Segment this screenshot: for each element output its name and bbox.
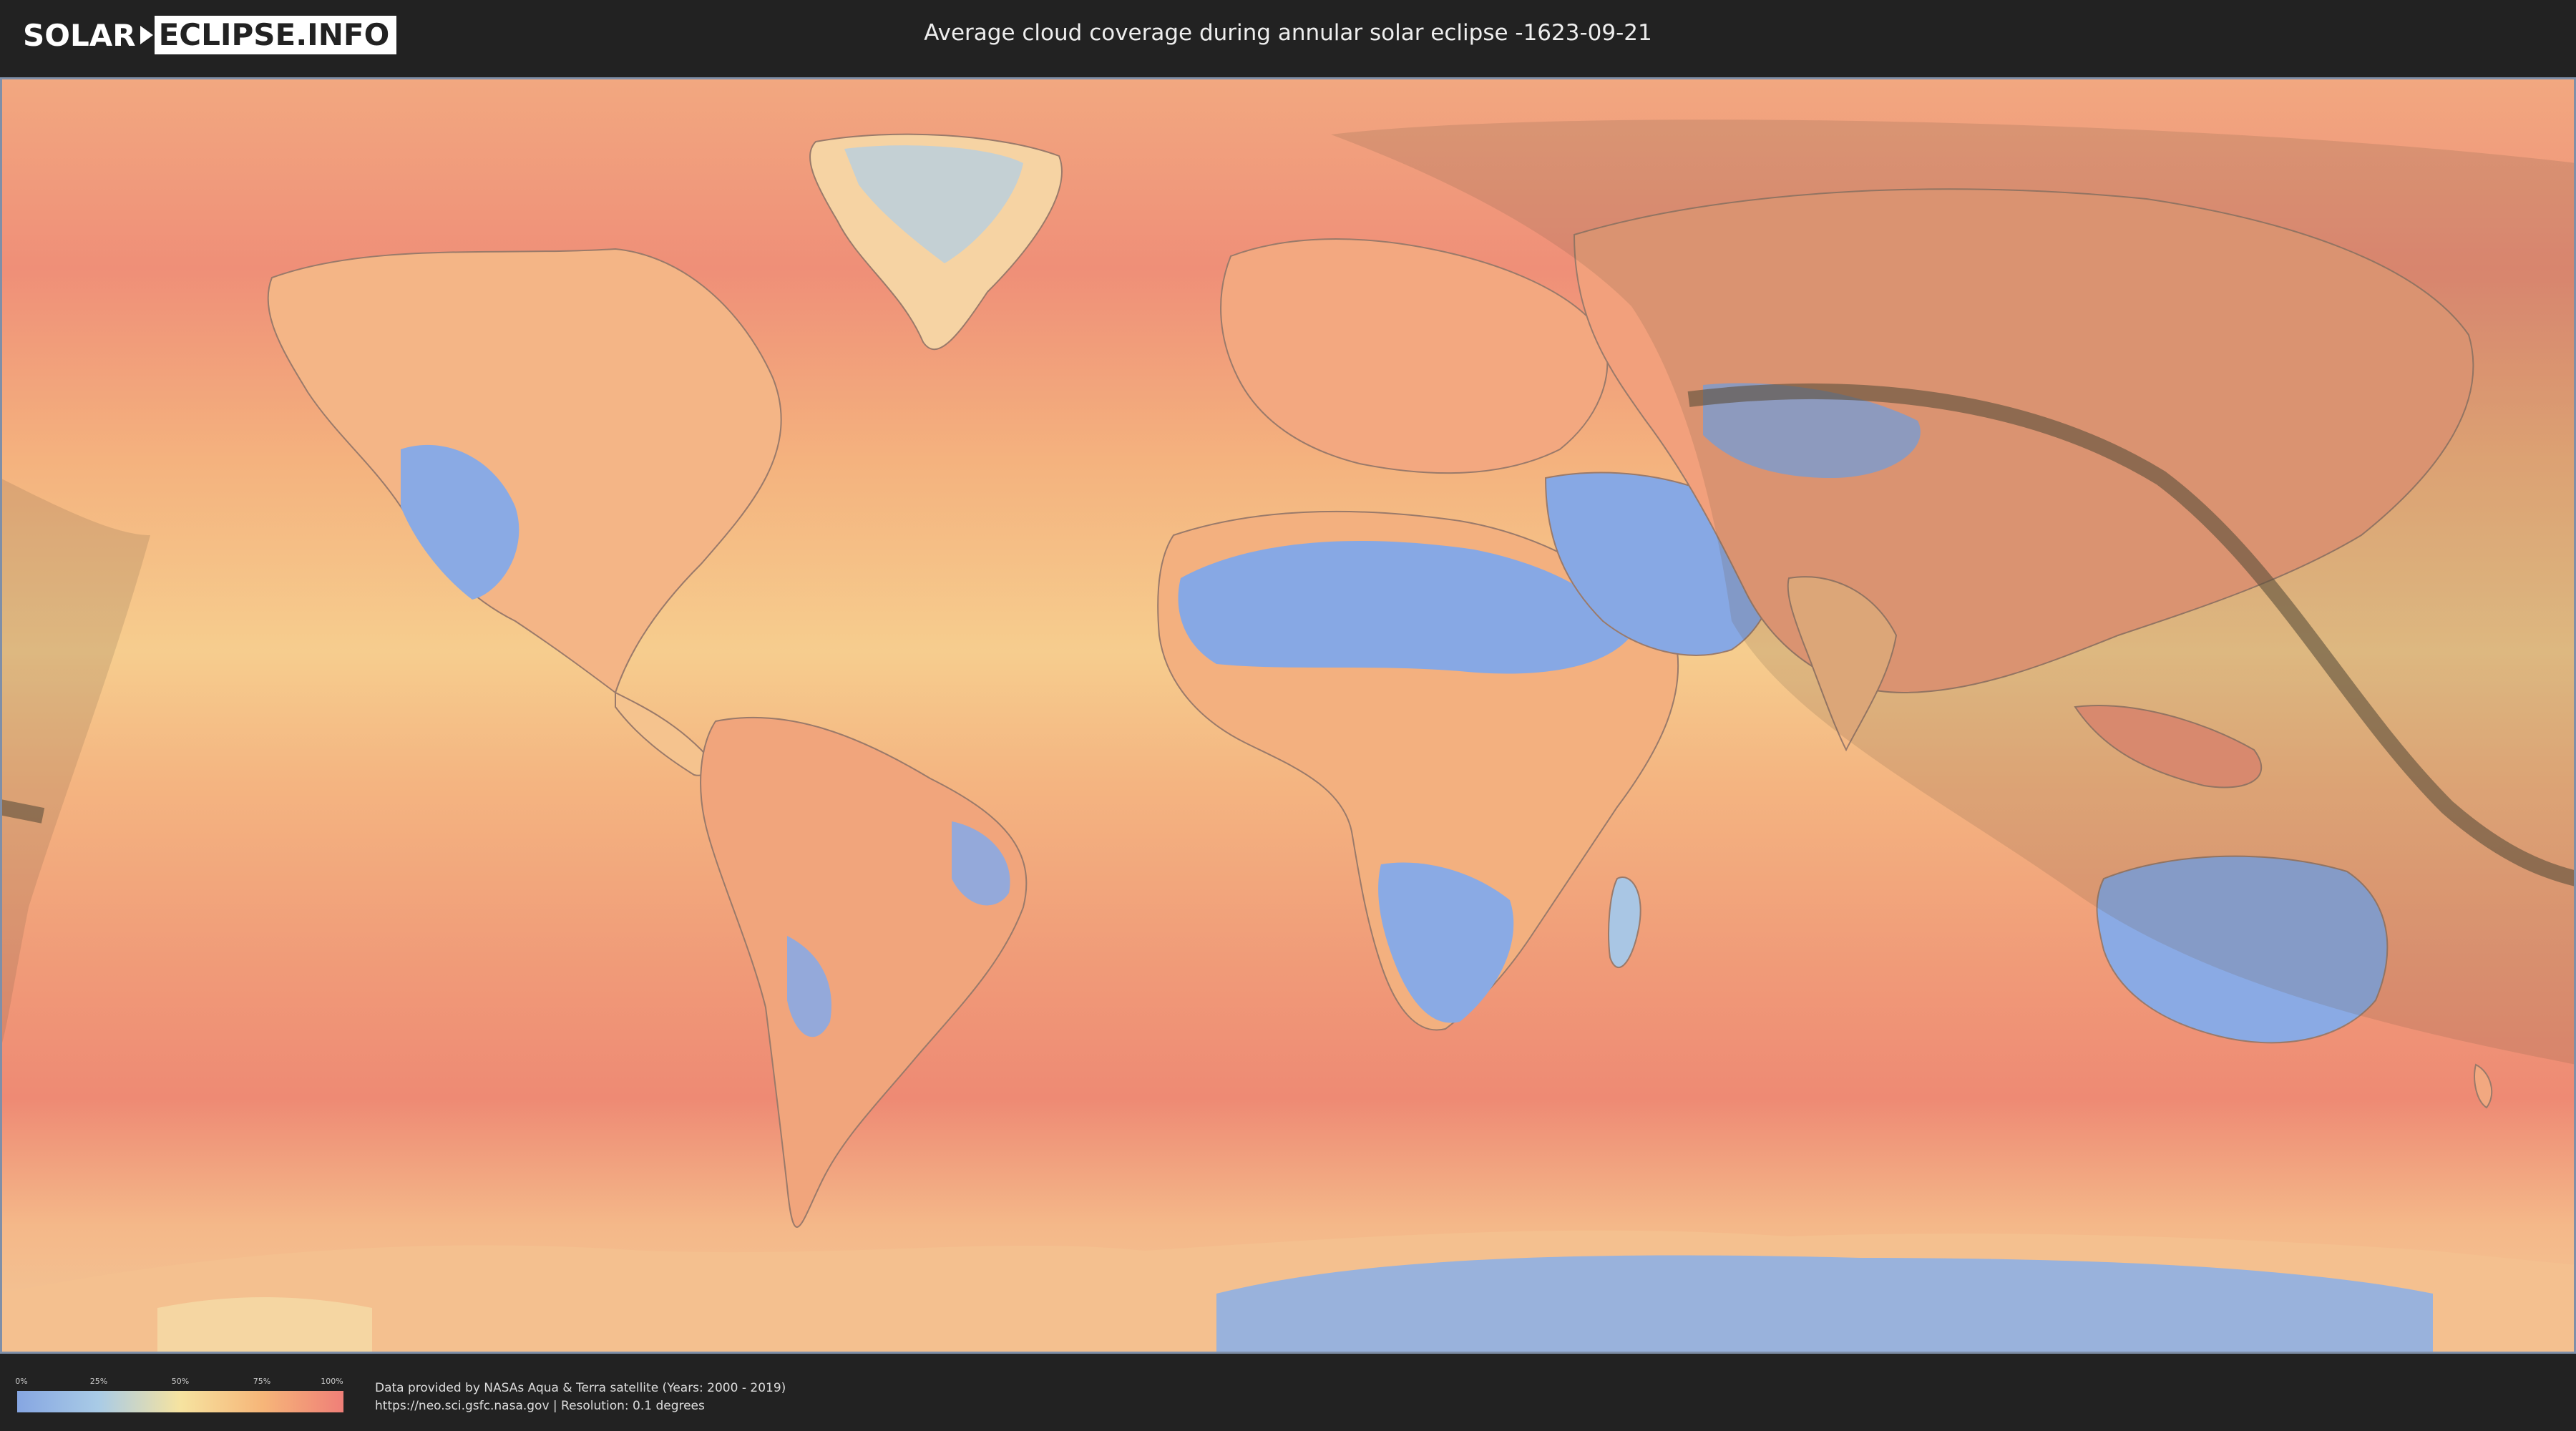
header-bar: SOLAR ECLIPSE.INFO Average cloud coverag… <box>0 0 2576 72</box>
legend-tick-75: 75% <box>253 1377 271 1386</box>
legend-ticks: 0% 25% 50% 75% 100% <box>15 1377 343 1388</box>
antarctica-west-clear-area <box>157 1297 372 1354</box>
page-title: Average cloud coverage during annular so… <box>924 20 1652 46</box>
credits-line-source: Data provided by NASAs Aqua & Terra sate… <box>375 1381 786 1395</box>
annularity-path-line-west <box>0 799 45 824</box>
cloud-coverage-legend: 0% 25% 50% 75% 100% <box>15 1377 343 1414</box>
credits-line-url[interactable]: https://neo.sci.gsfc.nasa.gov | Resoluti… <box>375 1397 786 1415</box>
legend-tick-100: 100% <box>321 1377 343 1386</box>
cloud-coverage-map[interactable] <box>0 77 2576 1354</box>
legend-tick-50: 50% <box>171 1377 190 1386</box>
legend-tick-0: 0% <box>15 1377 28 1386</box>
legend-tick-25: 25% <box>89 1377 108 1386</box>
legend-color-bar <box>17 1391 343 1412</box>
data-credits: Data provided by NASAs Aqua & Terra sate… <box>375 1379 786 1415</box>
